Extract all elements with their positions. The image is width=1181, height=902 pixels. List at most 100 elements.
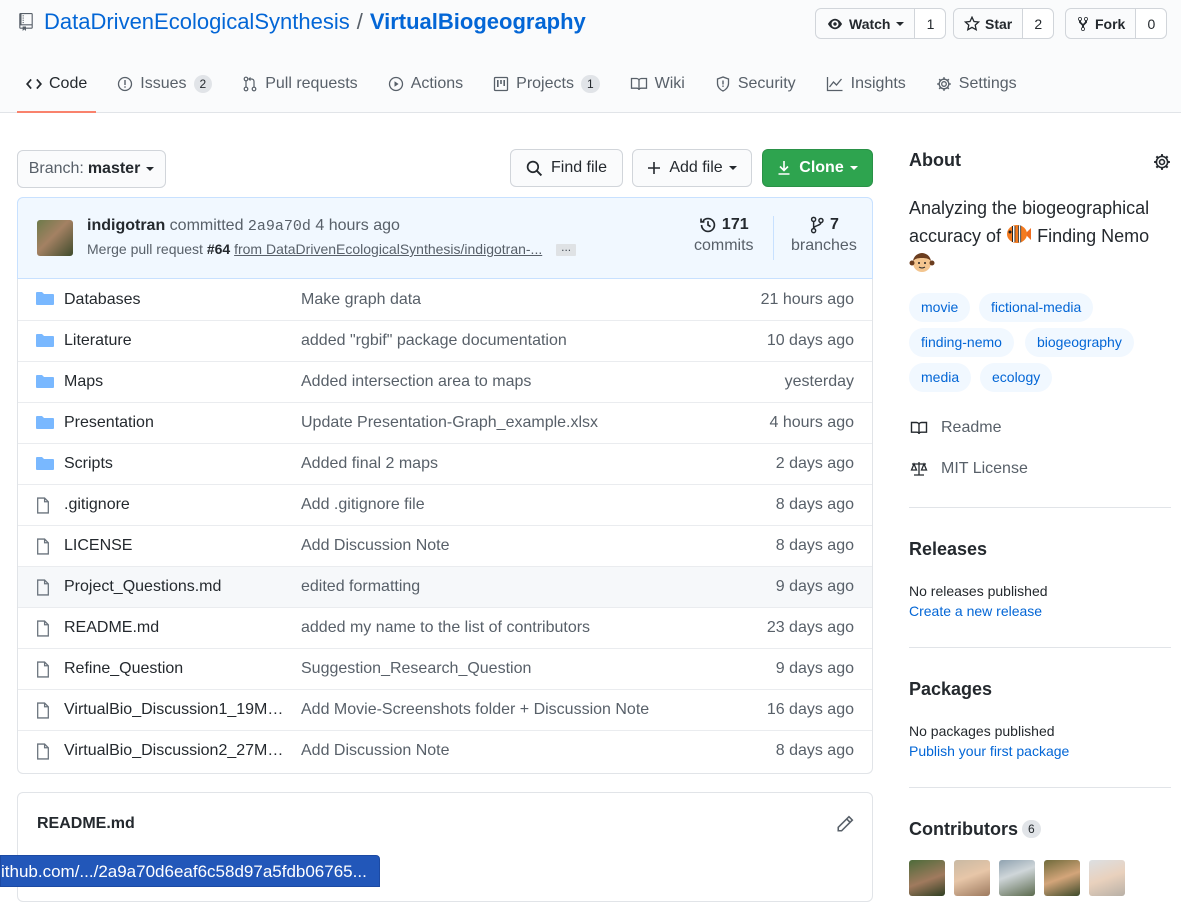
commit-message-link[interactable]: added my name to the list of contributor… xyxy=(301,619,701,637)
avatar[interactable] xyxy=(999,860,1035,896)
tab-security[interactable]: Security xyxy=(706,56,805,111)
fork-count[interactable]: 0 xyxy=(1136,9,1167,38)
file-row[interactable]: VirtualBio_Discussion2_27Ma... Add Discus… xyxy=(18,730,872,771)
publish-package-link[interactable]: Publish your first package xyxy=(909,743,1069,759)
tab-actions[interactable]: Actions xyxy=(379,56,472,111)
repo-icon xyxy=(19,13,33,31)
commit-message-link[interactable]: Added final 2 maps xyxy=(301,455,701,473)
avatar[interactable] xyxy=(954,860,990,896)
no-packages-text: No packages published xyxy=(909,723,1055,739)
expand-commit-button[interactable]: ... xyxy=(556,241,577,257)
book-icon xyxy=(910,421,928,435)
chevron-down-icon xyxy=(146,167,155,171)
file-name-link[interactable]: VirtualBio_Discussion2_27Ma... xyxy=(64,742,284,760)
fork-button[interactable]: Fork xyxy=(1066,9,1137,38)
add-file-button[interactable]: Add file xyxy=(632,149,752,187)
tab-wiki[interactable]: Wiki xyxy=(621,56,694,111)
watch-count[interactable]: 1 xyxy=(915,9,946,38)
fork-label: Fork xyxy=(1095,15,1126,32)
repo-name-link[interactable]: VirtualBiogeography xyxy=(370,9,586,35)
file-name-link[interactable]: Literature xyxy=(64,332,284,350)
packages-heading[interactable]: Packages xyxy=(909,679,992,700)
file-row[interactable]: Project_Questions.md edited formatting 9 d… xyxy=(18,566,872,607)
commit-message-link[interactable]: Make graph data xyxy=(301,291,701,309)
commit-author-link[interactable]: indigotran xyxy=(87,217,165,234)
avatar[interactable] xyxy=(37,220,73,256)
file-name-link[interactable]: Scripts xyxy=(64,455,284,473)
tab-insights[interactable]: Insights xyxy=(817,56,915,111)
avatar[interactable] xyxy=(1044,860,1080,896)
file-name-link[interactable]: Databases xyxy=(64,291,284,309)
topic-tag[interactable]: fictional-media xyxy=(979,293,1094,322)
chevron-down-icon xyxy=(849,166,858,170)
tab-settings[interactable]: Settings xyxy=(927,56,1026,111)
readme-link[interactable]: Readme xyxy=(909,419,1001,437)
branches-count-link[interactable]: 7 branches xyxy=(791,216,857,255)
tab-label: Settings xyxy=(958,74,1017,92)
file-row[interactable]: Literature added "rgbif" package document… xyxy=(18,320,872,361)
topic-tag[interactable]: finding-nemo xyxy=(909,328,1014,357)
about-section: About xyxy=(909,150,1171,171)
commit-sha-link[interactable]: 2a9a70d xyxy=(248,218,311,235)
star-button[interactable]: Star xyxy=(954,9,1024,38)
file-row[interactable]: Presentation Update Presentation-Graph_ex… xyxy=(18,402,872,443)
create-release-link[interactable]: Create a new release xyxy=(909,603,1042,619)
releases-heading[interactable]: Releases xyxy=(909,539,987,560)
face-emoji-icon xyxy=(909,253,935,272)
file-name-link[interactable]: VirtualBio_Discussion1_19Ma... xyxy=(64,701,284,719)
commit-message-link[interactable]: Add Movie-Screenshots folder + Discussio… xyxy=(301,701,701,719)
tab-projects[interactable]: Projects 1 xyxy=(484,56,608,111)
gear-icon[interactable] xyxy=(1153,153,1171,171)
commit-message-link[interactable]: Suggestion_Research_Question xyxy=(301,660,701,678)
git-branch-icon xyxy=(810,216,824,234)
license-link[interactable]: MIT License xyxy=(909,460,1028,478)
avatar[interactable] xyxy=(1089,860,1125,896)
pr-number-link[interactable]: #64 xyxy=(207,241,230,257)
file-name-link[interactable]: LICENSE xyxy=(64,537,284,555)
commit-message-link[interactable]: edited formatting xyxy=(301,578,701,596)
topic-tag[interactable]: biogeography xyxy=(1025,328,1134,357)
file-icon xyxy=(36,538,50,560)
contributors-heading[interactable]: Contributors 6 xyxy=(909,819,1041,840)
commit-message-link[interactable]: Added intersection area to maps xyxy=(301,373,701,391)
topic-tag[interactable]: media xyxy=(909,363,972,392)
tab-issues[interactable]: Issues 2 xyxy=(108,56,221,111)
file-name-link[interactable]: Presentation xyxy=(64,414,284,432)
commit-message-link[interactable]: Add Discussion Note xyxy=(301,537,701,555)
file-row[interactable]: .gitignore Add .gitignore file 8 days ago xyxy=(18,484,872,525)
watch-button[interactable]: Watch xyxy=(816,9,916,38)
branch-select-button[interactable]: Branch: master xyxy=(17,150,166,188)
book-icon xyxy=(630,77,647,90)
repo-owner-link[interactable]: DataDrivenEcologicalSynthesis xyxy=(44,9,350,35)
commits-count-link[interactable]: 171 commits xyxy=(694,216,754,255)
commit-message-link[interactable]: from DataDrivenEcologicalSynthesis/indig… xyxy=(234,241,542,257)
file-name-link[interactable]: Project_Questions.md xyxy=(64,578,284,596)
file-row[interactable]: Refine_Question Suggestion_Research_Quest… xyxy=(18,648,872,689)
file-row[interactable]: Databases Make graph data 21 hours ago xyxy=(18,279,872,320)
star-count[interactable]: 2 xyxy=(1023,9,1054,38)
tab-label: Projects xyxy=(516,74,574,92)
add-file-label: Add file xyxy=(669,159,723,176)
topic-tag[interactable]: movie xyxy=(909,293,971,322)
commit-message-link[interactable]: Update Presentation-Graph_example.xlsx xyxy=(301,414,701,432)
pencil-icon[interactable] xyxy=(836,815,854,833)
file-name-link[interactable]: Maps xyxy=(64,373,284,391)
clone-button[interactable]: Clone xyxy=(762,149,873,187)
file-row[interactable]: Maps Added intersection area to maps yeste… xyxy=(18,361,872,402)
commit-message-link[interactable]: Add Discussion Note xyxy=(301,742,701,760)
file-row[interactable]: README.md added my name to the list of co… xyxy=(18,607,872,648)
tab-label: Code xyxy=(49,74,88,92)
file-name-link[interactable]: README.md xyxy=(64,619,284,637)
file-row[interactable]: LICENSE Add Discussion Note 8 days ago xyxy=(18,525,872,566)
tab-code[interactable]: Code xyxy=(17,56,97,113)
tab-pull-requests[interactable]: Pull requests xyxy=(233,56,367,111)
find-file-button[interactable]: Find file xyxy=(510,149,623,187)
file-row[interactable]: VirtualBio_Discussion1_19Ma... Add Movie-… xyxy=(18,689,872,730)
commit-message-link[interactable]: Add .gitignore file xyxy=(301,496,701,514)
file-row[interactable]: Scripts Added final 2 maps 2 days ago xyxy=(18,443,872,484)
topic-tag[interactable]: ecology xyxy=(980,363,1053,392)
commit-message-link[interactable]: added "rgbif" package documentation xyxy=(301,332,701,350)
file-name-link[interactable]: .gitignore xyxy=(64,496,284,514)
avatar[interactable] xyxy=(909,860,945,896)
file-name-link[interactable]: Refine_Question xyxy=(64,660,284,678)
